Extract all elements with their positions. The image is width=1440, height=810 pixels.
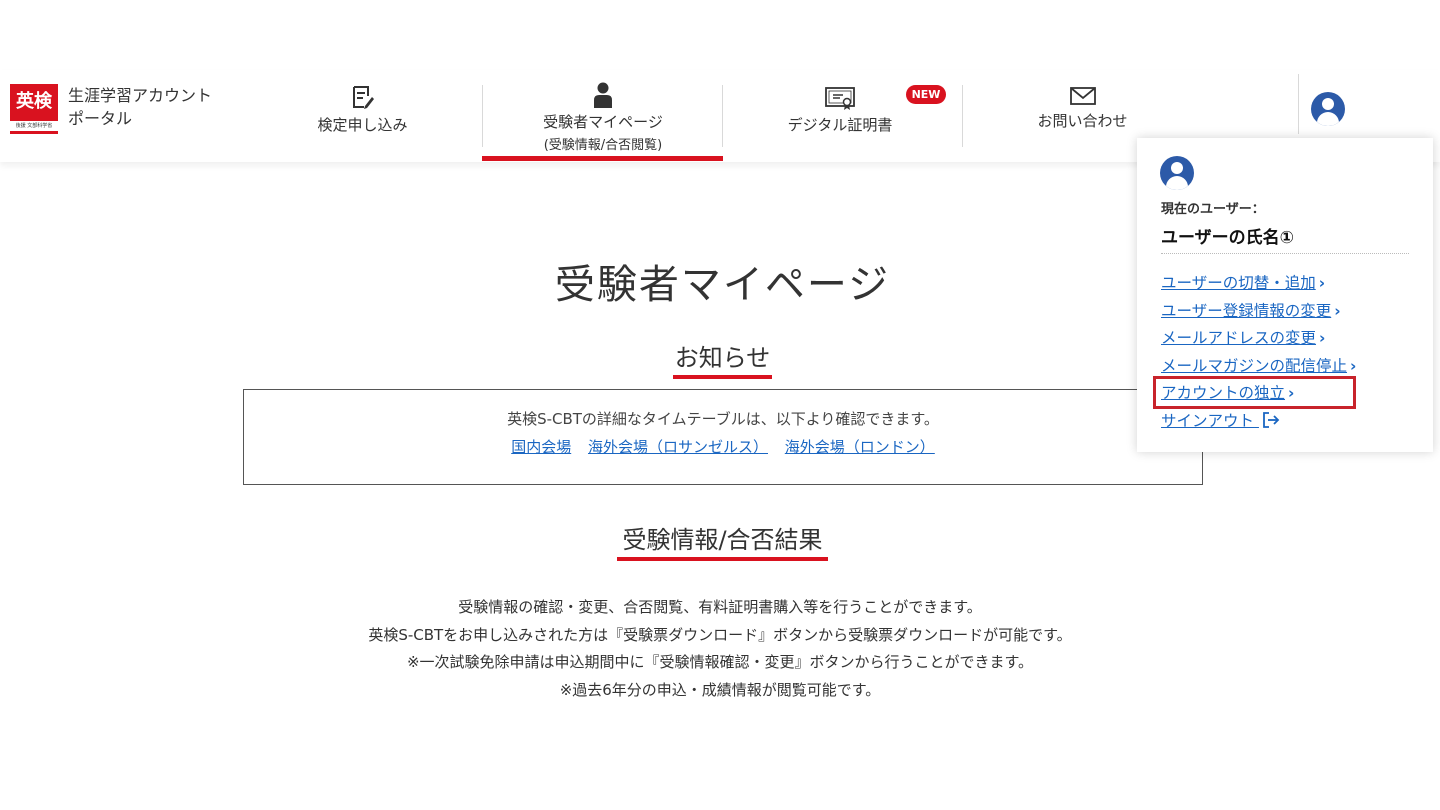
eiken-logo[interactable]: 英検 後援 文部科学省: [10, 84, 58, 134]
current-user-label: 現在のユーザー：: [1161, 202, 1265, 217]
link-overseas-la[interactable]: 海外会場（ロサンゼルス）: [588, 438, 768, 456]
chevron-right-icon: ›: [1319, 329, 1326, 347]
results-description: 受験情報の確認・変更、合否閲覧、有料証明書購入等を行うことができます。 英検S-…: [0, 594, 1440, 704]
nav-apply[interactable]: 検定申し込み: [300, 84, 425, 162]
form-edit-icon: [352, 86, 374, 109]
sign-out-link[interactable]: サインアウト: [1161, 409, 1280, 431]
sign-out-icon: [1263, 412, 1280, 428]
mail-icon: [1069, 87, 1096, 105]
nav-mypage-label: 受験者マイページ: [543, 113, 663, 131]
link-domestic-venue[interactable]: 国内会場: [511, 438, 571, 456]
portal-name[interactable]: 生涯学習アカウント ポータル: [68, 84, 218, 130]
info-line: 受験情報の確認・変更、合否閲覧、有料証明書購入等を行うことができます。: [458, 598, 982, 616]
nav-contact[interactable]: お問い合わせ: [1020, 86, 1145, 164]
new-badge: NEW: [906, 85, 946, 104]
notice-heading-underline: [673, 375, 772, 379]
nav-divider: [722, 85, 723, 147]
info-line: ※一次試験免除申請は申込期間中に『受験情報確認・変更』ボタンから行うことができま…: [406, 653, 1034, 671]
dropdown-avatar: [1160, 156, 1194, 190]
info-line: 英検S-CBTをお申し込みされた方は『受験票ダウンロード』ボタンから受験票ダウン…: [368, 625, 1072, 644]
logo-text: 英検: [16, 91, 52, 112]
results-heading: 受験情報/合否結果: [622, 526, 823, 554]
nav-contact-label: お問い合わせ: [1037, 112, 1128, 130]
change-email-link[interactable]: メールアドレスの変更 ›: [1161, 326, 1325, 348]
active-tab-indicator: [482, 156, 723, 161]
chevron-right-icon: ›: [1334, 302, 1341, 320]
switch-add-user-link[interactable]: ユーザーの切替・追加 ›: [1161, 271, 1325, 293]
highlight-box: [1153, 376, 1356, 409]
chevron-right-icon: ›: [1318, 274, 1326, 292]
logo-sub: 後援 文部科学省: [10, 121, 58, 131]
results-heading-underline: [617, 557, 828, 561]
link-overseas-london[interactable]: 海外会場（ロンドン）: [785, 438, 935, 456]
nav-divider: [962, 85, 963, 147]
nav-mypage[interactable]: 受験者マイページ (受験情報/合否閲覧): [483, 82, 723, 160]
current-user-name: ユーザーの氏名①: [1161, 228, 1295, 248]
nav-certificate[interactable]: デジタル証明書: [770, 86, 910, 164]
unsubscribe-newsletter-link[interactable]: メールマガジンの配信停止 ›: [1161, 354, 1356, 376]
notice-links: 国内会場 海外会場（ロサンゼルス） 海外会場（ロンドン）: [244, 436, 1202, 457]
edit-user-info-link[interactable]: ユーザー登録情報の変更 ›: [1161, 299, 1341, 321]
dropdown-separator: [1161, 253, 1409, 254]
nav-certificate-label: デジタル証明書: [787, 116, 893, 134]
person-icon: [594, 82, 612, 108]
certificate-icon: [825, 87, 855, 110]
nav-apply-label: 検定申し込み: [317, 116, 408, 134]
nav-mypage-sublabel: (受験情報/合否閲覧): [543, 138, 663, 153]
user-avatar-button[interactable]: [1311, 92, 1345, 126]
notice-box: 英検S-CBTの詳細なタイムテーブルは、以下より確認できます。 国内会場 海外会…: [243, 389, 1203, 485]
nav-divider: [1298, 74, 1299, 134]
user-dropdown-menu: 現在のユーザー： ユーザーの氏名① ユーザーの切替・追加 › ユーザー登録情報の変…: [1137, 138, 1433, 452]
chevron-right-icon: ›: [1350, 357, 1357, 375]
portal-name-text: 生涯学習アカウント ポータル: [68, 86, 213, 128]
info-line: ※過去6年分の申込・成績情報が閲覧可能です。: [559, 680, 881, 699]
notice-text: 英検S-CBTの詳細なタイムテーブルは、以下より確認できます。: [507, 410, 939, 428]
